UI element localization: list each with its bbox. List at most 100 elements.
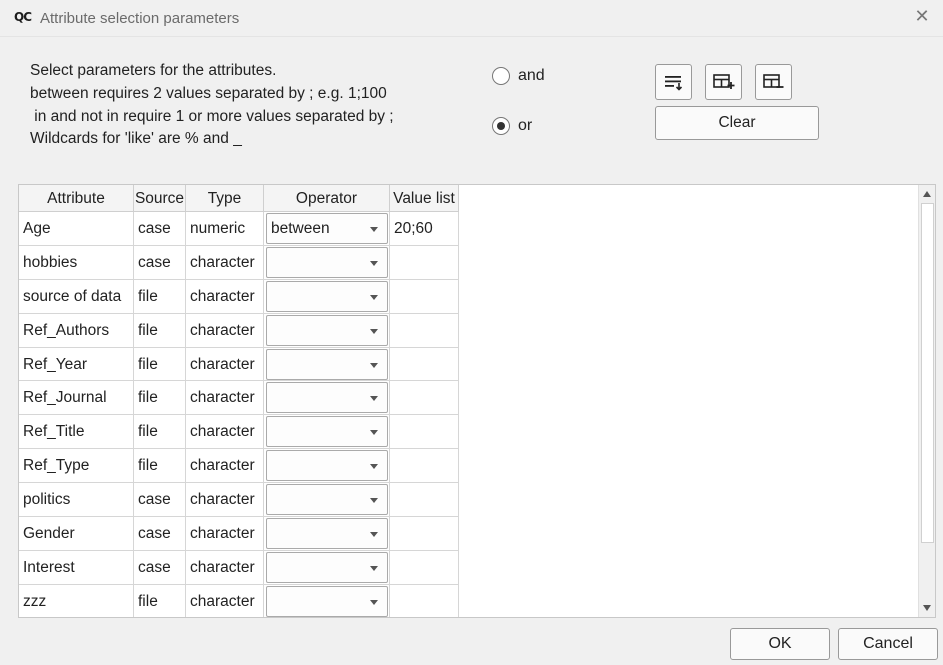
header-value-list[interactable]: Value list [390, 185, 459, 212]
table-row[interactable]: Ref_Title file character [19, 415, 459, 450]
source-cell: file [134, 313, 186, 348]
table-row[interactable]: Interest case character [19, 550, 459, 585]
chevron-down-icon[interactable] [370, 498, 378, 504]
attribute-cell: Ref_Journal [19, 381, 134, 416]
operator-cell [264, 245, 390, 280]
chevron-down-icon[interactable] [370, 531, 378, 537]
source-cell: case [134, 212, 186, 246]
operator-dropdown[interactable] [266, 280, 388, 312]
value-list-cell[interactable] [390, 550, 459, 585]
value-list-cell[interactable] [390, 483, 459, 518]
add-row-button[interactable] [705, 64, 742, 100]
app-logo-icon: QC [14, 10, 32, 24]
operator-dropdown[interactable] [266, 517, 388, 549]
and-radio[interactable]: and [492, 67, 545, 85]
operator-selected-value: between [271, 219, 330, 237]
table-row[interactable]: zzz file character [19, 584, 459, 617]
operator-dropdown[interactable] [266, 585, 388, 617]
table-row[interactable]: politics case character [19, 483, 459, 518]
source-cell: file [134, 449, 186, 484]
table-row[interactable]: Gender case character [19, 517, 459, 551]
operator-dropdown[interactable] [266, 484, 388, 516]
operator-cell [264, 449, 390, 484]
sort-filter-icon [664, 76, 682, 91]
chevron-down-icon[interactable] [370, 599, 378, 605]
value-list-cell[interactable] [390, 279, 459, 314]
chevron-down-icon[interactable] [370, 362, 378, 368]
header-operator[interactable]: Operator [264, 185, 390, 212]
clear-button[interactable]: Clear [655, 106, 819, 140]
value-list-cell[interactable] [390, 381, 459, 416]
add-row-icon [712, 74, 734, 89]
value-list-cell[interactable] [390, 313, 459, 348]
attribute-cell: Ref_Year [19, 347, 134, 382]
table-row[interactable]: Ref_Year file character [19, 347, 459, 382]
cancel-button[interactable]: Cancel [838, 628, 938, 660]
vertical-scrollbar[interactable] [918, 185, 935, 617]
operator-dropdown[interactable] [266, 314, 388, 346]
operator-cell [264, 415, 390, 450]
table-row[interactable]: Age case numeric between 20;60 [19, 212, 459, 246]
attribute-cell: source of data [19, 279, 134, 314]
header-source[interactable]: Source [134, 185, 186, 212]
header-type[interactable]: Type [186, 185, 264, 212]
value-list-cell[interactable] [390, 347, 459, 382]
operator-dropdown[interactable] [266, 416, 388, 448]
scroll-up-arrow-icon[interactable] [923, 191, 931, 197]
value-list-cell[interactable] [390, 415, 459, 450]
title-bar: QC Attribute selection parameters ✕ [0, 0, 943, 37]
chevron-down-icon[interactable] [370, 565, 378, 571]
value-list-cell[interactable] [390, 449, 459, 484]
chevron-down-icon[interactable] [370, 328, 378, 334]
chevron-down-icon[interactable] [370, 430, 378, 436]
value-list-cell[interactable] [390, 517, 459, 551]
chevron-down-icon[interactable] [370, 396, 378, 402]
header-attribute[interactable]: Attribute [19, 185, 134, 212]
ok-button[interactable]: OK [730, 628, 830, 660]
table-row[interactable]: hobbies case character [19, 245, 459, 280]
chevron-down-icon[interactable] [370, 226, 378, 232]
and-radio-circle[interactable] [492, 67, 510, 85]
instruction-line: between requires 2 values separated by ;… [30, 84, 387, 102]
type-cell: character [186, 313, 264, 348]
value-list-cell[interactable] [390, 245, 459, 280]
or-radio-label: or [518, 117, 533, 134]
table-header: Attribute Source Type Operator Value lis… [19, 185, 459, 212]
source-cell: file [134, 584, 186, 617]
type-cell: character [186, 245, 264, 280]
operator-dropdown[interactable] [266, 246, 388, 278]
table-body: Age case numeric between 20;60 hobbies case cha… [19, 212, 459, 617]
table-row[interactable]: Ref_Authors file character [19, 313, 459, 348]
attributes-table[interactable]: Attribute Source Type Operator Value lis… [18, 184, 936, 618]
table-row[interactable]: source of data file character [19, 279, 459, 314]
chevron-down-icon[interactable] [370, 260, 378, 266]
attribute-cell: Gender [19, 517, 134, 551]
table-row[interactable]: Ref_Type file character [19, 449, 459, 484]
type-cell: character [186, 381, 264, 416]
sort-filter-button[interactable] [655, 64, 692, 100]
chevron-down-icon[interactable] [370, 464, 378, 470]
source-cell: case [134, 517, 186, 551]
operator-cell: between [264, 212, 390, 246]
chevron-down-icon[interactable] [370, 294, 378, 300]
and-radio-label: and [518, 67, 545, 84]
operator-dropdown[interactable] [266, 348, 388, 380]
table-row[interactable]: Ref_Journal file character [19, 381, 459, 416]
source-cell: file [134, 381, 186, 416]
value-list-cell[interactable] [390, 584, 459, 617]
operator-cell [264, 550, 390, 585]
attribute-cell: Ref_Title [19, 415, 134, 450]
attribute-cell: zzz [19, 584, 134, 617]
remove-row-button[interactable] [755, 64, 792, 100]
operator-dropdown[interactable]: between [266, 212, 388, 244]
operator-dropdown[interactable] [266, 551, 388, 583]
or-radio[interactable]: or [492, 117, 532, 135]
operator-dropdown[interactable] [266, 450, 388, 482]
scrollbar-thumb[interactable] [921, 203, 934, 543]
type-cell: numeric [186, 212, 264, 246]
or-radio-circle[interactable] [492, 117, 510, 135]
operator-dropdown[interactable] [266, 382, 388, 414]
value-list-cell[interactable]: 20;60 [390, 212, 459, 246]
close-icon[interactable]: ✕ [911, 6, 933, 28]
scroll-down-arrow-icon[interactable] [923, 605, 931, 611]
